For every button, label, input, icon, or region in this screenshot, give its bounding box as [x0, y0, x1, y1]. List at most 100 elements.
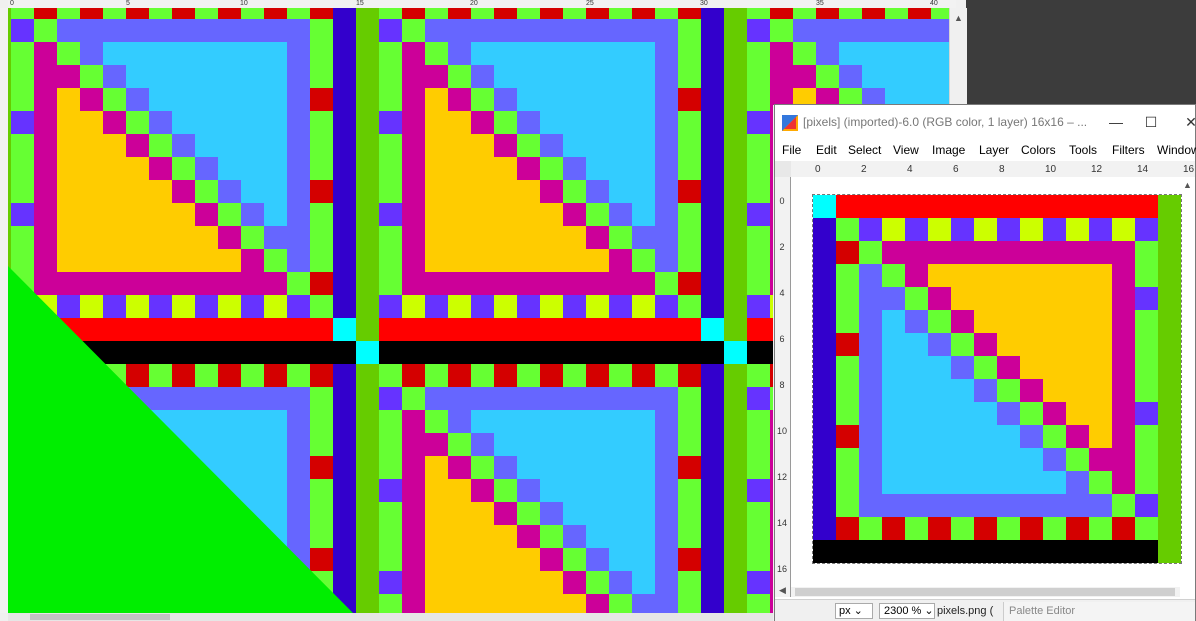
zoomed-pixel — [471, 8, 495, 20]
menu-file[interactable]: File — [782, 143, 801, 157]
pixel — [1089, 287, 1113, 311]
zoomed-pixel — [540, 387, 564, 411]
zoomed-pixel — [149, 134, 173, 158]
zoomed-pixel — [563, 42, 587, 66]
zoomed-pixel — [678, 65, 702, 89]
zoomed-pixel — [333, 318, 357, 342]
pixel-art-image[interactable] — [812, 194, 1182, 564]
zoomed-pixel — [356, 134, 380, 158]
zoomed-pixel — [264, 134, 288, 158]
menu-edit[interactable]: Edit — [816, 143, 837, 157]
menu-select[interactable]: Select — [848, 143, 881, 157]
pixel — [974, 218, 998, 242]
menu-tools[interactable]: Tools — [1069, 143, 1097, 157]
pixel — [1020, 264, 1044, 288]
zoomed-canvas-edge[interactable] — [773, 8, 949, 105]
zoomed-pixel — [80, 65, 104, 89]
zoomed-pixel — [770, 226, 773, 250]
zoomed-pixel — [218, 410, 242, 434]
zoom-select[interactable]: 2300 % ⌄ — [879, 603, 935, 619]
pixel — [1089, 218, 1113, 242]
scroll-up-icon[interactable]: ▲ — [1180, 177, 1195, 193]
zoomed-pixel — [724, 571, 748, 595]
unit-select[interactable]: px ⌄ — [835, 603, 873, 619]
zoomed-pixel — [724, 433, 748, 457]
vertical-ruler[interactable]: 0 2 4 6 8 10 12 14 16 — [775, 177, 791, 597]
menu-windows[interactable]: Windows — [1157, 143, 1196, 157]
pixel — [1020, 471, 1044, 495]
palette-editor-tab[interactable]: Palette Editor — [1003, 602, 1195, 621]
pixel — [974, 310, 998, 334]
zoomed-pixel — [471, 203, 495, 227]
title-bar[interactable]: [pixels] (imported)-6.0 (RGB color, 1 la… — [775, 105, 1196, 141]
zoomed-pixel — [724, 525, 748, 549]
zoomed-pixel — [632, 525, 656, 549]
zoomed-pixel — [402, 594, 426, 613]
zoomed-pixel — [333, 548, 357, 572]
zoomed-pixel — [747, 42, 771, 66]
zoomed-pixel — [195, 42, 219, 66]
pixel — [836, 448, 860, 472]
scroll-up-icon[interactable]: ▲ — [950, 10, 967, 26]
zoomed-pixel — [264, 295, 288, 319]
scroll-left-icon[interactable]: ◀ — [775, 582, 790, 598]
pixel — [859, 195, 883, 219]
zoomed-pixel — [448, 42, 472, 66]
pixel — [1135, 218, 1159, 242]
pixel — [997, 517, 1021, 541]
zoomed-pixel — [287, 433, 311, 457]
zoomed-pixel — [862, 8, 886, 20]
zoomed-pixel — [310, 387, 334, 411]
ruler-label: 14 — [776, 518, 787, 528]
zoomed-pixel — [701, 203, 725, 227]
zoomed-pixel — [333, 8, 357, 20]
zoomed-pixel — [724, 42, 748, 66]
menu-image[interactable]: Image — [932, 143, 965, 157]
horizontal-scroll-thumb[interactable] — [795, 588, 1175, 596]
zoomed-pixel — [540, 203, 564, 227]
zoomed-pixel — [655, 364, 679, 388]
pixel — [1112, 287, 1136, 311]
zoomed-pixel — [471, 571, 495, 595]
menu-colors[interactable]: Colors — [1021, 143, 1056, 157]
zoomed-pixel — [57, 157, 81, 181]
zoomed-pixel — [839, 19, 863, 43]
horizontal-ruler[interactable]: 0 2 4 6 8 10 12 14 16 — [791, 161, 1195, 178]
zoomed-canvas[interactable] — [8, 8, 773, 613]
horizontal-scroll-thumb[interactable] — [30, 614, 170, 620]
ruler-label: 8 — [779, 380, 785, 390]
zoomed-pixel — [747, 203, 771, 227]
zoomed-pixel — [379, 249, 403, 273]
close-button[interactable]: ✕ — [1181, 112, 1196, 132]
pixel — [928, 310, 952, 334]
zoomed-pixel — [494, 479, 518, 503]
zoomed-pixel — [471, 318, 495, 342]
zoomed-pixel-art — [8, 8, 773, 613]
maximize-button[interactable]: ☐ — [1141, 112, 1161, 132]
zoomed-pixel — [448, 479, 472, 503]
pixel — [1066, 402, 1090, 426]
zoomed-pixel — [632, 594, 656, 613]
zoomed-pixel — [471, 410, 495, 434]
zoomed-pixel — [103, 341, 127, 365]
menu-filters[interactable]: Filters — [1112, 143, 1145, 157]
zoomed-pixel — [701, 341, 725, 365]
image-window[interactable]: [pixels] (imported)-6.0 (RGB color, 1 la… — [774, 104, 1196, 621]
zoomed-pixel — [11, 65, 35, 89]
menu-view[interactable]: View — [893, 143, 919, 157]
zoomed-pixel — [103, 203, 127, 227]
minimize-button[interactable]: — — [1106, 112, 1126, 132]
pixel — [1089, 241, 1113, 265]
pixel — [974, 402, 998, 426]
pixel — [1066, 195, 1090, 219]
menu-layer[interactable]: Layer — [979, 143, 1009, 157]
zoomed-pixel — [241, 272, 265, 296]
vertical-scrollbar[interactable]: ▲ — [949, 8, 967, 105]
zoomed-pixel — [103, 111, 127, 135]
zoomed-pixel — [379, 594, 403, 613]
pixel — [836, 517, 860, 541]
zoomed-pixel — [609, 410, 633, 434]
ruler-corner[interactable] — [775, 161, 791, 177]
zoomed-pixel — [11, 249, 35, 273]
ruler-label: 40 — [930, 0, 938, 7]
